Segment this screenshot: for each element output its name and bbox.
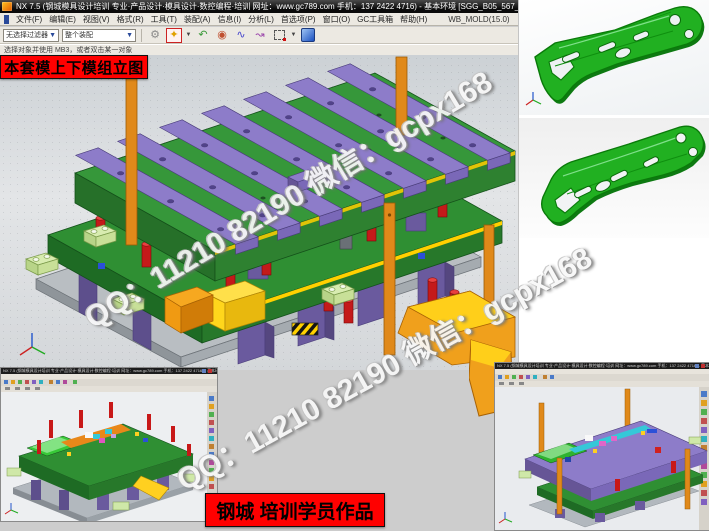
main-toolbar: 无选择过滤器 ▼ 整个装配 ▼ ⚙ ✦ ▼ ↶ ◉ ∿ ↝ ▼ xyxy=(0,27,518,44)
menu-edit[interactable]: 编辑(E) xyxy=(49,14,76,25)
undo-icon[interactable]: ↶ xyxy=(195,28,211,43)
toolbar-separator xyxy=(141,29,142,42)
menu-information[interactable]: 信息(I) xyxy=(218,14,242,25)
selection-filter-combo[interactable]: 无选择过滤器 ▼ xyxy=(3,29,59,42)
rectangle-select-icon[interactable] xyxy=(271,28,287,43)
menu-help[interactable]: 帮助(H) xyxy=(400,14,427,25)
window-title: NX 7.5 (钢城模具设计培训 专业·产品设计·模具设计·数控编程·培训 网址… xyxy=(16,2,536,11)
selection-filter-value: 无选择过滤器 xyxy=(6,30,48,40)
menu-view[interactable]: 视图(V) xyxy=(83,14,110,25)
menu-bar: 文件(F) 编辑(E) 视图(V) 格式(R) 工具(T) 装配(A) 信息(I… xyxy=(0,13,518,26)
top-banner: 本套模上下模组立图 xyxy=(0,55,148,79)
menu-preferences[interactable]: 首选项(P) xyxy=(281,14,316,25)
bottom-banner: 钢城 培训学员作品 xyxy=(205,493,385,527)
chevron-down-icon[interactable]: ▼ xyxy=(290,32,297,38)
spline-icon[interactable]: ∿ xyxy=(233,28,249,43)
chevron-down-icon[interactable]: ▼ xyxy=(185,32,192,38)
assembly-options-icon[interactable]: ⚙ xyxy=(147,28,163,43)
upper-die-mini-window: NX 7.5 (钢城模具设计培训 专业·产品设计·模具设计·数控编程·培训 网址… xyxy=(494,362,709,531)
selection-scope-combo[interactable]: 整个装配 ▼ xyxy=(62,29,136,42)
lower-die-mini-window: NX 7.5 (钢城模具设计培训 专业·产品设计·模具设计·数控编程·培训 网址… xyxy=(0,367,218,522)
bottom-banner-text: 钢城 培训学员作品 xyxy=(216,497,373,524)
menu-grip-icon xyxy=(4,15,9,24)
hazard-block xyxy=(292,323,318,335)
menu-assemblies[interactable]: 装配(A) xyxy=(184,14,211,25)
spring xyxy=(428,278,437,303)
top-banner-text: 本套模上下模组立图 xyxy=(4,57,144,78)
view-triad-icon xyxy=(526,92,541,105)
view-triad-icon xyxy=(20,333,45,355)
menu-tools[interactable]: 工具(T) xyxy=(151,14,177,25)
shaded-display-icon[interactable] xyxy=(300,28,316,43)
selection-scope-value: 整个装配 xyxy=(65,30,93,40)
curve-icon[interactable]: ↝ xyxy=(252,28,268,43)
part-gallery-panel xyxy=(518,0,709,362)
active-part-label: WB_MOLD(15.0) xyxy=(448,15,509,24)
nx-logo-icon xyxy=(2,2,12,11)
cue-bar: 选择对象并使用 MB3，或者双击某一对象 xyxy=(0,44,518,55)
chevron-down-icon: ▼ xyxy=(126,32,133,39)
menu-window[interactable]: 窗口(O) xyxy=(323,14,351,25)
nx-composite-screenshot: { "window": { "title": "NX 7.5 (钢城模具设计培训… xyxy=(0,0,709,529)
menu-gc-toolbox[interactable]: GC工具箱 xyxy=(357,14,393,25)
menu-format[interactable]: 格式(R) xyxy=(117,14,144,25)
stamped-part-view-2 xyxy=(519,118,709,238)
stamped-part-view-1 xyxy=(519,0,709,115)
chevron-down-icon: ▼ xyxy=(49,32,56,39)
menu-analysis[interactable]: 分析(L) xyxy=(248,14,274,25)
cue-text: 选择对象并使用 MB3，或者双击某一对象 xyxy=(4,47,132,54)
orbit-view-icon[interactable]: ◉ xyxy=(214,28,230,43)
menu-file[interactable]: 文件(F) xyxy=(16,14,42,25)
snap-point-icon[interactable]: ✦ xyxy=(166,28,182,43)
